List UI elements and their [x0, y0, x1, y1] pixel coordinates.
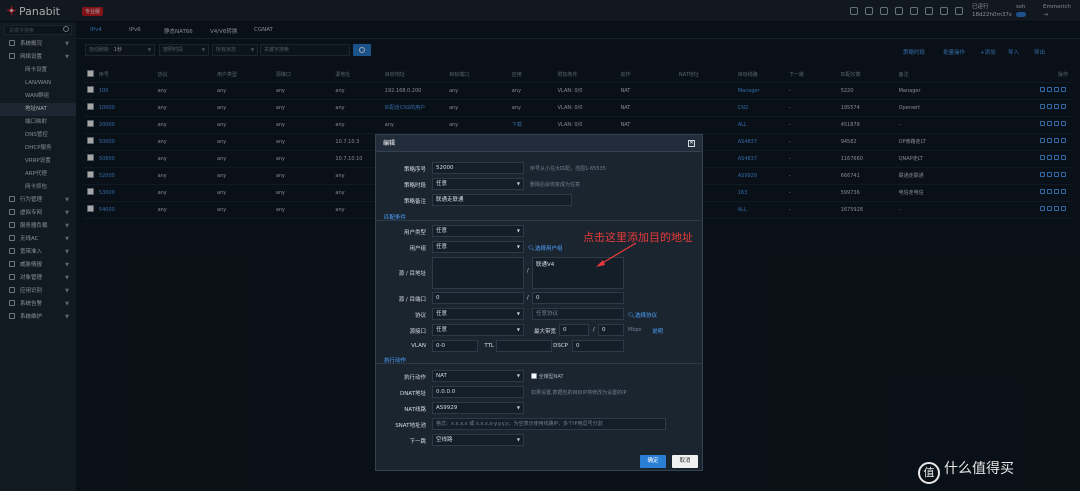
divider — [376, 363, 702, 364]
fullcone-checkbox[interactable]: 全锥型NAT — [531, 373, 563, 380]
period-label: 策略时段 — [403, 183, 426, 189]
next-hop-label: 下一跳 — [409, 439, 426, 445]
bandwidth-up-input[interactable]: 0 — [559, 324, 589, 336]
slash-separator: / — [527, 268, 529, 274]
user-group-label: 用户组 — [409, 246, 426, 252]
dnat-input[interactable]: 0.0.0.0 — [432, 386, 524, 398]
select-proto-link[interactable]: 🔍︎选择协议 — [628, 311, 657, 319]
bandwidth-help-link[interactable]: 说明 — [652, 327, 663, 335]
ttl-label: TTL — [484, 343, 494, 349]
bandwidth-down-input[interactable]: 0 — [598, 324, 624, 336]
dialog-header: 编辑 ✕ — [376, 135, 702, 152]
snat-label: SNAT地址池 — [395, 423, 426, 429]
bandwidth-label: 最大带宽 — [533, 329, 556, 335]
seq-label: 策略序号 — [403, 167, 426, 173]
action-select[interactable]: NAT — [432, 370, 524, 382]
nat-line-select[interactable]: AS9929 — [432, 402, 524, 414]
proto-label: 协议 — [414, 313, 426, 319]
annotation-text: 点击这里添加目的地址 — [583, 231, 693, 244]
src-address-input[interactable] — [432, 257, 524, 289]
close-icon[interactable]: ✕ — [688, 140, 695, 147]
dnat-hint: 如果设置,数据包的目标IP将修改为设置的IP — [531, 390, 627, 396]
cancel-button[interactable]: 取消 — [672, 455, 698, 468]
period-hint: 删除后会恢复成为任意 — [530, 182, 581, 188]
dscp-label: DSCP — [553, 343, 568, 349]
slash-separator: / — [593, 327, 595, 333]
dnat-label: DNAT地址 — [399, 391, 426, 397]
seq-input[interactable]: 52000 — [432, 162, 524, 174]
watermark-logo: 值 — [918, 462, 940, 484]
user-group-select[interactable]: 任意 — [432, 241, 524, 253]
src-dst-label: 源 / 目地址 — [398, 271, 426, 277]
slash-separator: / — [527, 295, 529, 301]
note-input[interactable]: 联通走联通 — [432, 194, 572, 206]
user-type-select[interactable]: 任意 — [432, 225, 524, 237]
note-label: 策略备注 — [403, 199, 426, 205]
user-type-label: 用户类型 — [403, 230, 426, 236]
next-hop-select[interactable]: 空线路 — [432, 434, 524, 446]
watermark: 值什么值得买 — [918, 458, 1014, 484]
select-user-group-link[interactable]: 🔍︎选择用户组 — [528, 244, 563, 252]
divider — [376, 220, 702, 221]
edit-dialog: 编辑 ✕ 策略序号 52000 序号从小往大匹配，范围1-65535 策略时段 任… — [375, 134, 703, 471]
seq-hint: 序号从小往大匹配，范围1-65535 — [530, 166, 606, 172]
iface-label: 源接口 — [409, 329, 426, 335]
confirm-button[interactable]: 确定 — [640, 455, 666, 468]
line-label: NAT线路 — [404, 407, 426, 413]
src-port-input[interactable]: 0 — [432, 292, 524, 304]
proto-select[interactable]: 任意 — [432, 308, 524, 320]
snat-pool-input[interactable]: 格式：x.x.x.x 或 x.x.x.x-y.y.y.y，为空表示使用线路IP，… — [432, 418, 666, 430]
dst-port-input[interactable]: 0 — [532, 292, 624, 304]
dscp-input[interactable]: 0 — [572, 340, 624, 352]
action-label: 执行动作 — [403, 375, 426, 381]
vlan-label: VLAN — [411, 343, 426, 349]
period-select[interactable]: 任意 — [432, 178, 524, 190]
port-label: 源 / 目端口 — [398, 297, 426, 303]
bandwidth-unit: Mbps — [628, 327, 642, 333]
proto-input[interactable]: 任意协议 — [532, 308, 624, 320]
